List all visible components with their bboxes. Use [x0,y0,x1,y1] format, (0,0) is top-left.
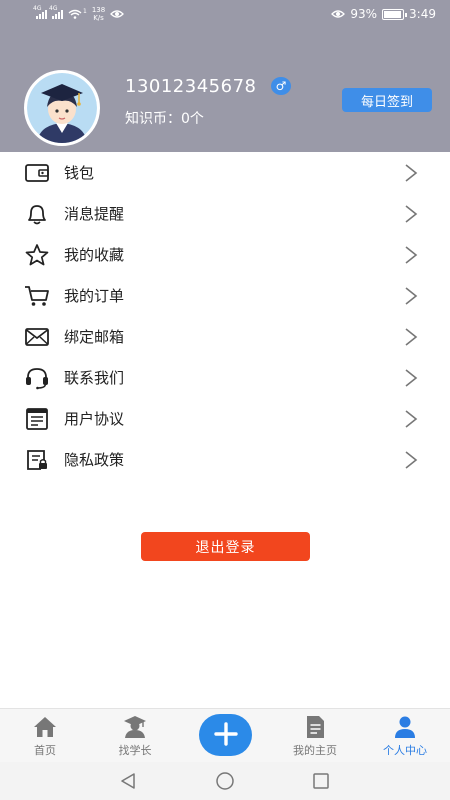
chevron-right-icon [404,368,418,388]
clock: 3:49 [409,7,436,21]
speed-unit: K/s [93,14,104,22]
agreement-icon [24,407,50,431]
menu-item-favorites[interactable]: 我的收藏 [0,234,450,275]
chevron-right-icon [404,327,418,347]
graduate-icon [122,715,148,739]
user-phone: 13012345678 [125,76,257,97]
wifi-icon [68,9,82,19]
headset-icon [24,366,50,390]
add-post-button[interactable] [199,714,252,756]
menu-item-label: 隐私政策 [64,451,125,469]
menu-item-label: 联系我们 [64,369,125,387]
menu-item-user-agreement[interactable]: 用户协议 [0,398,450,439]
mail-icon [24,325,50,349]
wifi-sup: 1 [83,7,87,15]
cart-icon [24,284,50,308]
signal-icon: 4G [33,5,47,19]
avatar-image [27,73,97,143]
coin-balance: 知识币：0个 [125,111,204,127]
menu-item-wallet[interactable]: 钱包 [0,152,450,193]
chevron-right-icon [404,163,418,183]
back-triangle-icon[interactable] [118,771,138,791]
user-icon [392,715,418,739]
privacy-icon [24,448,50,472]
recents-square-icon[interactable] [311,771,331,791]
menu-item-orders[interactable]: 我的订单 [0,275,450,316]
chevron-right-icon [404,245,418,265]
wallet-icon [24,161,50,185]
profile-header: 13012345678 ♂ 知识币：0个 每日签到 [0,28,450,152]
battery-icon [382,8,408,20]
logout-button[interactable]: 退出登录 [141,532,310,561]
menu-item-label: 消息提醒 [64,205,125,223]
avatar[interactable] [24,70,100,146]
chevron-right-icon [404,204,418,224]
menu-item-label: 用户协议 [64,410,125,428]
tab-personal-center[interactable]: 个人中心 [360,709,450,763]
menu-item-bind-email[interactable]: 绑定邮箱 [0,316,450,357]
plus-icon [213,721,238,746]
bell-icon [24,202,50,226]
menu-item-label: 钱包 [64,164,95,182]
menu-item-label: 我的订单 [64,287,125,305]
tab-label: 个人中心 [383,744,427,757]
eye-comfort-icon [331,10,346,18]
tab-label: 找学长 [118,744,152,757]
star-icon [24,243,50,267]
battery-level [384,10,401,18]
speed-value: 138 [91,6,106,14]
menu-item-contact[interactable]: 联系我们 [0,357,450,398]
menu-item-label: 我的收藏 [64,246,125,264]
settings-menu: 钱包 消息提醒 我的收藏 我的订单 绑定邮箱 联系我们 用户协议 隐私政策 [0,152,450,480]
signal-icon: 4G [49,5,63,19]
tab-home[interactable]: 首页 [0,709,90,763]
tab-label: 我的主页 [293,744,337,757]
tab-find-senior[interactable]: 找学长 [90,709,180,763]
network-speed: 138 K/s [92,6,105,22]
tab-my-homepage[interactable]: 我的主页 [270,709,360,763]
daily-checkin-button[interactable]: 每日签到 [342,88,432,112]
gender-male-icon: ♂ [271,77,291,95]
home-icon [32,715,58,739]
status-bar: 4G 4G 1 138 K/s 93% 3:49 [0,0,450,28]
battery-percent: 93% [350,7,378,21]
eye-icon [110,10,125,18]
chevron-right-icon [404,450,418,470]
menu-item-privacy-policy[interactable]: 隐私政策 [0,439,450,480]
menu-item-label: 绑定邮箱 [64,328,125,346]
menu-item-notifications[interactable]: 消息提醒 [0,193,450,234]
document-icon [302,715,328,739]
home-circle-icon[interactable] [215,771,235,791]
system-nav-bar [0,762,450,800]
tab-label: 首页 [34,744,56,757]
chevron-right-icon [404,409,418,429]
chevron-right-icon [404,286,418,306]
